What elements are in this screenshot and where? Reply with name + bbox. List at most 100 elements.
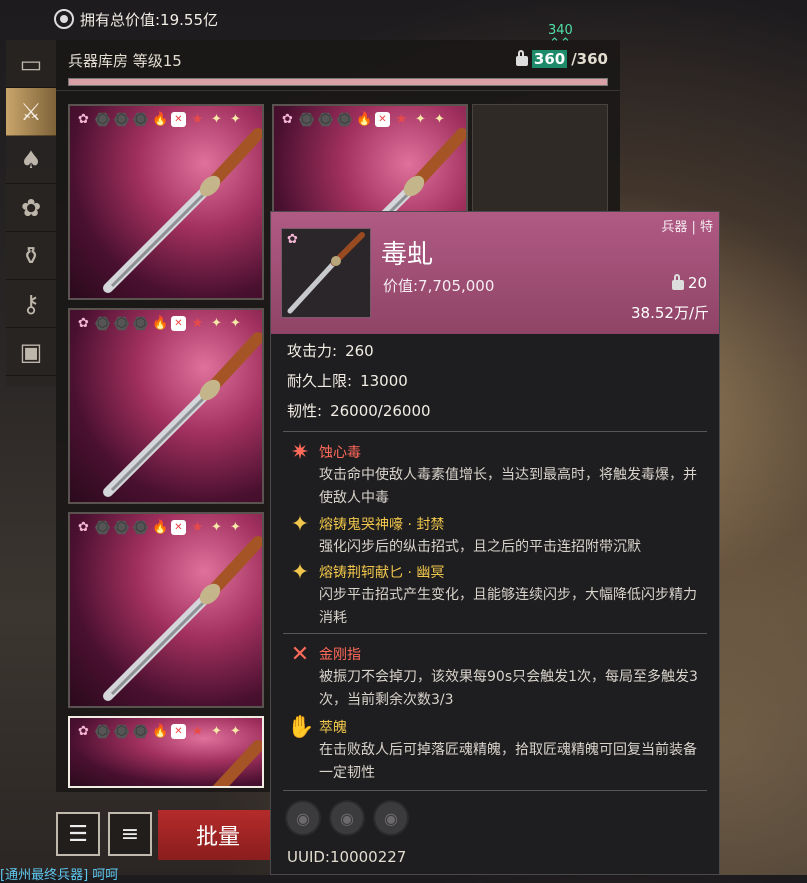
spark-icon: ✦ [230, 112, 241, 127]
gem-slot-icon[interactable]: ◉ [329, 800, 365, 836]
fire-icon: 🔥 [152, 316, 169, 331]
chest-icon: ▭ [19, 49, 43, 78]
nav-item-5[interactable]: ⚷ [6, 280, 56, 328]
armory-header: 兵器库房 等级15 340 ⌃⌃ 360 /360 [56, 24, 620, 91]
fire-icon: 🔥 [152, 112, 169, 127]
weapon-card[interactable]: ✿ ⬡ ⬡ ⬡ 🔥 ✕ ★ ✦ ✦ [68, 308, 264, 504]
flower-icon: ✿ [78, 724, 89, 739]
capacity-upgrade-note: 340 ⌃⌃ [548, 24, 573, 51]
vase-icon: ⚱ [20, 241, 42, 270]
eye-icon[interactable] [54, 9, 74, 29]
fire-icon: 🔥 [152, 520, 169, 535]
weapon-card[interactable]: ✿ ⬡ ⬡ ⬡ 🔥 ✕ ★ ✦ ✦ [68, 716, 264, 788]
total-value-label: 拥有总价值:19.55亿 [80, 10, 218, 29]
nav-item-2[interactable]: ♠ [6, 136, 56, 184]
nav-item-4[interactable]: ⚱ [6, 232, 56, 280]
trait-icon: ✕ [290, 642, 310, 667]
sword-image [103, 332, 262, 497]
trait-icon: ✦ [290, 512, 310, 537]
item-unit-price: 38.52万/斤 [631, 304, 709, 322]
blocked-shield-icon: ✕ [375, 112, 390, 127]
slot-hex-icon: ⬡ [114, 724, 129, 739]
blocked-shield-icon: ✕ [171, 724, 186, 739]
capacity-display: 360 /360 [515, 50, 608, 68]
flower-icon: ✿ [287, 232, 298, 247]
divider [283, 790, 707, 791]
blocked-shield-icon: ✕ [171, 520, 186, 535]
crossed-swords-icon: ⚔ [20, 97, 42, 126]
trait-name: 熔铸鬼哭神嚎 · 封禁 [319, 517, 445, 533]
nav-item-3[interactable]: ✿ [6, 184, 56, 232]
flower-icon: ✿ [78, 316, 89, 331]
list-icon: ☰ [68, 821, 88, 847]
trait-name: 蚀心毒 [319, 445, 361, 461]
stat-label: 攻击力: [287, 342, 338, 360]
trait-description: 攻击命中使敌人毒素值增长，当达到最高时，将触发毒爆，并使敌人中毒 [319, 467, 697, 506]
category-sidebar: ▭ ⚔ ♠ ✿ ⚱ ⚷ ▣ [6, 40, 56, 386]
weapon-card[interactable]: ✿ ⬡ ⬡ ⬡ 🔥 ✕ ★ ✦ ✦ [68, 104, 264, 300]
slot-hex-icon: ⬡ [133, 724, 148, 739]
nav-item-0[interactable]: ▭ [6, 40, 56, 88]
spark-icon: ✦ [230, 724, 241, 739]
sort-button[interactable]: ≡ [108, 812, 152, 856]
nav-item-1[interactable]: ⚔ [6, 88, 56, 136]
weight-icon [671, 274, 684, 290]
slot-hex-icon: ⬡ [299, 112, 314, 127]
weapon-card[interactable]: ✿ ⬡ ⬡ ⬡ 🔥 ✕ ★ ✦ ✦ [68, 512, 264, 708]
star-icon: ★ [191, 112, 204, 127]
tooltip-header: 兵器 | 特 ✿ 毒虬 价值:7,705,000 20 38.52万/斤 [271, 212, 719, 334]
stat-value: 26000/26000 [330, 402, 431, 420]
batch-button[interactable]: 批量 [158, 810, 278, 860]
sword-image [212, 740, 262, 786]
card-attribute-icons: ✿ ⬡ ⬡ ⬡ 🔥 ✕ ★ ✦ ✦ [76, 112, 243, 127]
star-icon: ★ [395, 112, 408, 127]
spark-icon: ✦ [434, 112, 445, 127]
item-value: 价值:7,705,000 [383, 277, 495, 295]
gem-slots: ◉ ◉ ◉ [285, 800, 409, 836]
gem-slot-icon[interactable]: ◉ [285, 800, 321, 836]
capacity-max: /360 [571, 50, 608, 68]
anvil-icon: ▣ [19, 337, 43, 366]
item-name: 毒虬 [381, 240, 434, 270]
slot-hex-icon: ⬡ [133, 520, 148, 535]
spark-icon: ✦ [211, 724, 222, 739]
slot-hex-icon: ⬡ [95, 316, 110, 331]
weight-lock-icon [515, 50, 528, 66]
card-attribute-icons: ✿ ⬡ ⬡ ⬡ 🔥 ✕ ★ ✦ ✦ [76, 316, 243, 331]
slot-hex-icon: ⬡ [95, 112, 110, 127]
card-attribute-icons: ✿ ⬡ ⬡ ⬡ 🔥 ✕ ★ ✦ ✦ [76, 520, 243, 535]
trait-name: 熔铸荆轲献匕 · 幽冥 [319, 565, 445, 581]
slot-hex-icon: ⬡ [318, 112, 333, 127]
trait-icon: ✋ [287, 715, 315, 740]
card-attribute-icons: ✿ ⬡ ⬡ ⬡ 🔥 ✕ ★ ✦ ✦ [280, 112, 447, 127]
gem-slot-icon[interactable]: ◉ [373, 800, 409, 836]
upgrade-arrow-icon: ⌃⌃ [549, 36, 571, 51]
item-weight: 20 [671, 274, 707, 292]
star-icon: ★ [191, 724, 204, 739]
spark-icon: ✦ [211, 316, 222, 331]
slot-hex-icon: ⬡ [114, 112, 129, 127]
sword-image [103, 536, 262, 701]
spark-icon: ✦ [415, 112, 426, 127]
list-view-button[interactable]: ☰ [56, 812, 100, 856]
sword-image [103, 128, 262, 293]
slot-hex-icon: ⬡ [114, 520, 129, 535]
flower-icon: ✿ [78, 112, 89, 127]
sort-icon: ≡ [120, 821, 140, 847]
item-tooltip: 兵器 | 特 ✿ 毒虬 价值:7,705,000 20 38.52万/斤 攻击力… [270, 211, 720, 875]
blocked-shield-icon: ✕ [171, 112, 186, 127]
star-icon: ★ [191, 316, 204, 331]
card-attribute-icons: ✿ ⬡ ⬡ ⬡ 🔥 ✕ ★ ✦ ✦ [76, 724, 243, 739]
trait-name: 金刚指 [319, 647, 361, 663]
total-value-bar: 拥有总价值:19.55亿 [54, 6, 218, 32]
spark-icon: ✦ [211, 520, 222, 535]
trait-description: 被振刀不会掉刀，该效果每90s只会触发1次，每局至多触发3次，当前剩余次数3/3 [319, 669, 698, 708]
flower-icon: ✿ [78, 520, 89, 535]
chat-line[interactable]: [通州最终兵器] 呵呵 [0, 864, 118, 883]
blocked-shield-icon: ✕ [171, 316, 186, 331]
nav-item-6[interactable]: ▣ [6, 328, 56, 376]
slot-hex-icon: ⬡ [133, 316, 148, 331]
stat-row: 耐久上限: 13000 [287, 370, 408, 391]
slot-hex-icon: ⬡ [95, 520, 110, 535]
item-weight-value: 20 [687, 274, 707, 292]
